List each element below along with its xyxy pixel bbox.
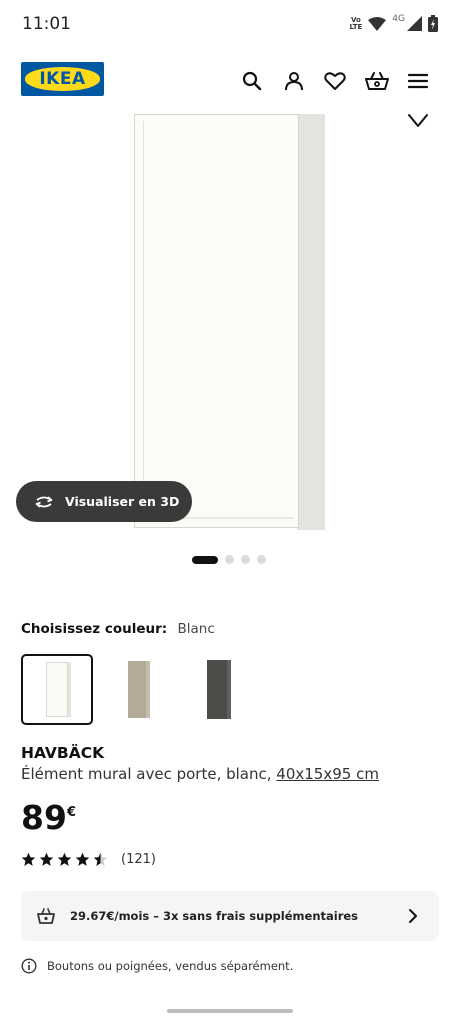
color-picker-heading: Choisissez couleur: Blanc <box>21 621 215 637</box>
product-price: 89 € <box>21 800 76 836</box>
color-swatch-dark-grey[interactable] <box>183 654 255 725</box>
price-integer: 89 <box>21 798 67 837</box>
rotate-3d-icon <box>35 495 53 508</box>
swatch-image-dark-grey <box>207 660 231 719</box>
home-indicator[interactable] <box>167 1009 293 1013</box>
color-swatch-white[interactable] <box>21 654 93 725</box>
price-currency: € <box>66 805 76 820</box>
product-rating[interactable]: (121) <box>21 852 156 867</box>
product-dimensions-link[interactable]: 40x15x95 cm <box>276 765 379 783</box>
handles-notice: Boutons ou poignées, vendus séparément. <box>21 958 293 974</box>
signal-icon <box>407 16 422 31</box>
view-in-3d-button[interactable]: Visualiser en 3D <box>16 481 192 522</box>
product-description: Élément mural avec porte, blanc, 40x15x9… <box>21 765 379 783</box>
info-icon <box>21 958 37 974</box>
payment-plan-icon <box>37 908 55 924</box>
menu-icon[interactable] <box>405 68 431 94</box>
battery-icon <box>428 15 438 32</box>
pagination-dot[interactable] <box>257 555 266 564</box>
product-image <box>134 114 299 528</box>
status-time: 11:01 <box>22 14 71 34</box>
product-description-text: Élément mural avec porte, blanc, <box>21 765 272 783</box>
network-type-label: 4G <box>392 13 405 24</box>
add-to-favorites-icon[interactable] <box>404 110 432 134</box>
logo-text: IKEA <box>39 69 86 89</box>
swatch-image-white <box>46 662 68 717</box>
star-full-icon <box>21 852 36 866</box>
star-full-icon <box>75 852 90 866</box>
volte-icon: Vo LTE <box>349 15 363 31</box>
color-picker-label: Choisissez couleur: <box>21 621 168 637</box>
star-half-icon <box>93 852 108 866</box>
ikea-logo[interactable]: IKEA <box>21 62 104 96</box>
star-full-icon <box>39 852 54 866</box>
view-in-3d-label: Visualiser en 3D <box>65 494 180 509</box>
installment-text: 29.67€/mois – 3x sans frais supplémentai… <box>70 909 359 923</box>
color-swatch-beige[interactable] <box>103 654 175 725</box>
star-full-icon <box>57 852 72 866</box>
pagination-dot[interactable] <box>225 555 234 564</box>
selected-color-value: Blanc <box>177 621 215 637</box>
notice-text: Boutons ou poignées, vendus séparément. <box>47 959 294 973</box>
review-count: (121) <box>121 852 156 867</box>
product-image-side <box>297 114 325 530</box>
favorites-icon[interactable] <box>322 68 348 94</box>
product-name: HAVBÄCK <box>21 744 105 762</box>
cart-icon[interactable] <box>364 68 390 94</box>
search-icon[interactable] <box>239 68 265 94</box>
account-icon[interactable] <box>281 68 307 94</box>
swatch-image-beige <box>128 661 150 718</box>
status-icons: Vo LTE 4G <box>349 13 438 32</box>
installment-offer[interactable]: 29.67€/mois – 3x sans frais supplémentai… <box>21 891 439 941</box>
pagination-dot-active[interactable] <box>192 555 218 564</box>
pagination-dot[interactable] <box>241 555 250 564</box>
header: IKEA <box>0 48 460 114</box>
cabinet-door-edge <box>143 121 294 519</box>
logo-oval: IKEA <box>25 67 100 91</box>
chevron-right-icon <box>409 909 417 923</box>
status-bar: 11:01 Vo LTE 4G <box>0 0 460 48</box>
gallery-pagination <box>192 555 266 564</box>
wifi-icon <box>368 16 387 31</box>
